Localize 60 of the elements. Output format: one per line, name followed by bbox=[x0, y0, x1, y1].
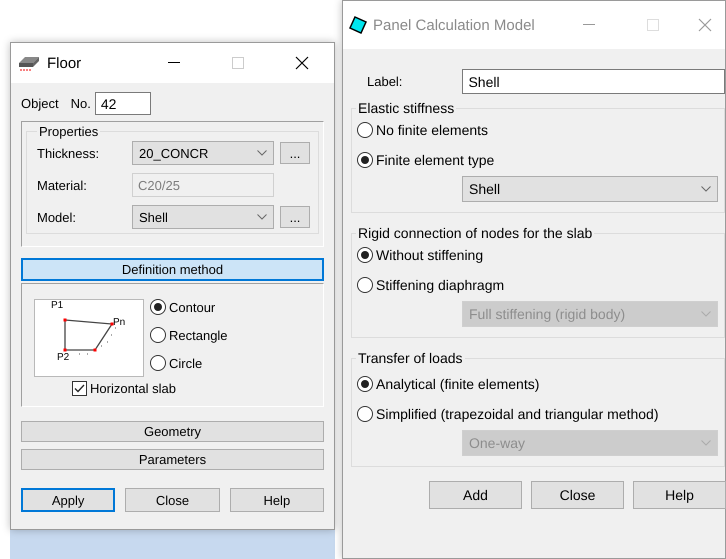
dialog-button[interactable]: Close bbox=[125, 488, 220, 512]
minimize-icon[interactable] bbox=[168, 62, 180, 64]
chevron-icon bbox=[257, 150, 267, 156]
dropdown[interactable]: 20_CONCR bbox=[132, 141, 274, 165]
radio-button[interactable] bbox=[357, 122, 373, 138]
section-button[interactable]: Parameters bbox=[21, 449, 324, 470]
dialog-button[interactable]: Add bbox=[429, 481, 522, 509]
radio-button[interactable] bbox=[150, 327, 166, 343]
window-title: Floor bbox=[47, 54, 82, 72]
radio-option[interactable]: Stiffening diaphragm bbox=[357, 277, 718, 293]
chevron-icon bbox=[701, 311, 711, 317]
chevron-icon bbox=[701, 186, 711, 192]
radio-button[interactable] bbox=[357, 406, 373, 422]
radio-option[interactable]: Circle bbox=[150, 355, 228, 371]
field-label: Thickness: bbox=[37, 146, 100, 160]
more-button[interactable]: ... bbox=[280, 142, 310, 164]
dialog-button[interactable]: Apply bbox=[21, 488, 116, 512]
field-label: Model: bbox=[37, 210, 78, 224]
dialog-button[interactable]: Help bbox=[230, 488, 324, 512]
group-title: Elastic stiffness bbox=[357, 100, 456, 116]
number-field[interactable]: 42 bbox=[94, 92, 151, 115]
label-field[interactable]: Shell bbox=[462, 69, 725, 94]
point-label: Pn bbox=[113, 317, 126, 328]
dropdown[interactable]: Shell bbox=[462, 176, 718, 202]
radio-button[interactable] bbox=[357, 277, 373, 293]
field-label: Label: bbox=[366, 74, 404, 89]
radio-option[interactable]: Rectangle bbox=[150, 327, 228, 343]
checkbox-option[interactable]: Horizontal slab bbox=[72, 381, 313, 396]
more-button[interactable]: ... bbox=[280, 206, 310, 228]
radio-button[interactable] bbox=[150, 299, 166, 315]
dropdown[interactable]: Shell bbox=[132, 205, 274, 229]
checkbox[interactable] bbox=[72, 381, 87, 396]
object-label: Object bbox=[21, 96, 59, 111]
chevron-icon bbox=[701, 440, 711, 446]
dialog-button[interactable]: Help bbox=[633, 481, 726, 509]
point-label: P1 bbox=[51, 300, 64, 311]
point-label: P2 bbox=[57, 352, 70, 363]
radio-button[interactable] bbox=[357, 376, 373, 392]
radio-option[interactable]: Without stiffening bbox=[357, 247, 718, 263]
panel-icon bbox=[349, 16, 367, 34]
material-field: C20/25 bbox=[132, 173, 274, 197]
group-title: Properties bbox=[38, 124, 100, 139]
section-button[interactable]: Geometry bbox=[21, 421, 324, 442]
dialog-button[interactable]: Close bbox=[531, 481, 624, 509]
field-label: Material: bbox=[37, 178, 88, 192]
radio-option[interactable]: Contour bbox=[150, 299, 228, 315]
radio-button[interactable] bbox=[357, 152, 373, 168]
radio-option[interactable]: No finite elements bbox=[357, 122, 718, 138]
number-label: No. bbox=[70, 96, 91, 111]
group-title: Rigid connection of nodes for the slab bbox=[357, 225, 594, 241]
group-title: Transfer of loads bbox=[357, 350, 464, 366]
radio-option[interactable]: Analytical (finite elements) bbox=[357, 376, 718, 392]
definition-method-tab[interactable]: Definition method bbox=[21, 258, 324, 281]
radio-button[interactable] bbox=[150, 355, 166, 371]
radio-button[interactable] bbox=[357, 247, 373, 263]
radio-option[interactable]: Finite element type bbox=[357, 152, 718, 168]
chevron-icon bbox=[257, 214, 267, 220]
radio-option[interactable]: Simplified (trapezoidal and triangular method) bbox=[357, 406, 718, 422]
window-title: Panel Calculation Model bbox=[373, 16, 536, 34]
close-icon[interactable] bbox=[295, 56, 309, 70]
